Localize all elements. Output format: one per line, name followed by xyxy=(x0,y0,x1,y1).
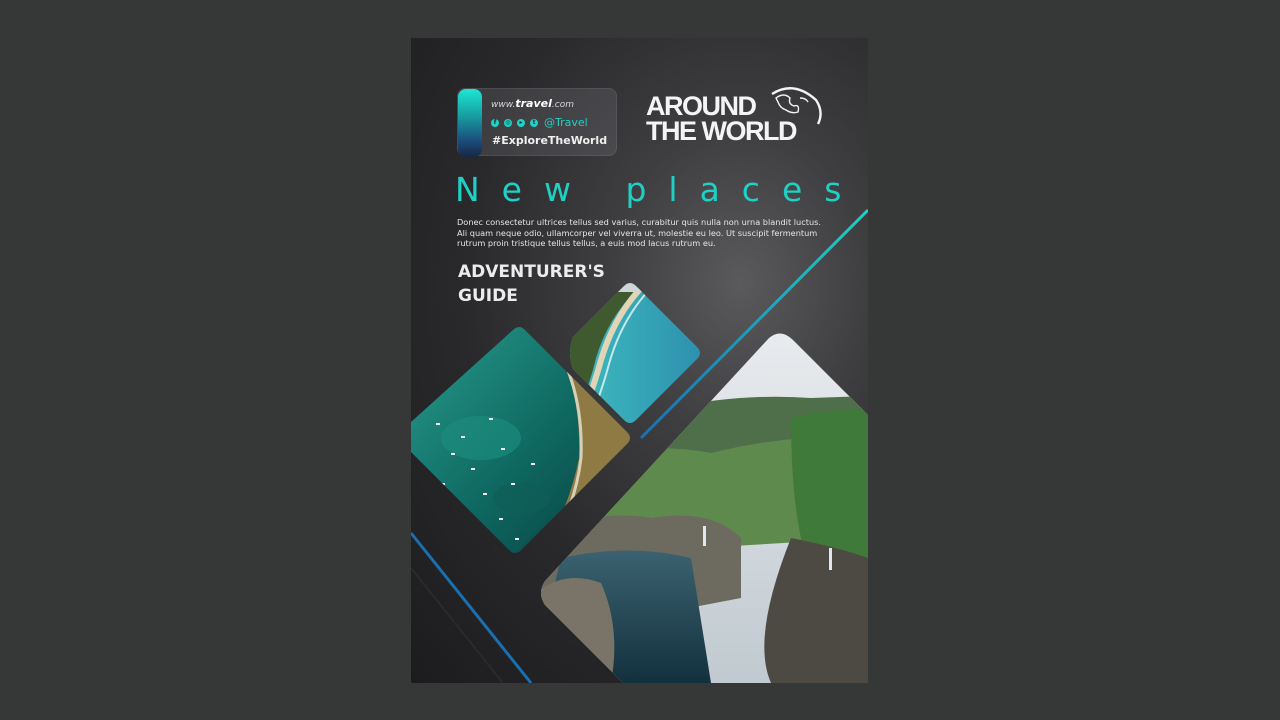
website-url[interactable]: www.travel.com xyxy=(491,97,574,110)
twitter-icon[interactable]: t xyxy=(530,118,538,127)
body-paragraph: Donec consectetur ultrices tellus sed va… xyxy=(457,217,822,249)
guide-title: ADVENTURER'S GUIDE xyxy=(458,260,605,308)
facebook-icon[interactable]: f xyxy=(491,118,499,127)
instagram-icon[interactable]: ◎ xyxy=(504,118,512,127)
guide-title-line-2: GUIDE xyxy=(458,286,518,306)
globe-icon xyxy=(771,87,822,125)
youtube-icon[interactable]: ▸ xyxy=(517,118,525,127)
guide-title-line-1: ADVENTURER'S xyxy=(458,262,605,282)
headline: New places xyxy=(455,170,864,209)
card-accent-bar xyxy=(458,89,482,157)
contact-card: www.travel.com f ◎ ▸ t @Travel #ExploreT… xyxy=(457,88,617,157)
social-links: f ◎ ▸ t @Travel xyxy=(491,116,588,129)
hashtag: #ExploreTheWorld xyxy=(492,134,608,147)
social-handle: @Travel xyxy=(544,116,588,129)
travel-flyer: www.travel.com f ◎ ▸ t @Travel #ExploreT… xyxy=(411,38,868,683)
